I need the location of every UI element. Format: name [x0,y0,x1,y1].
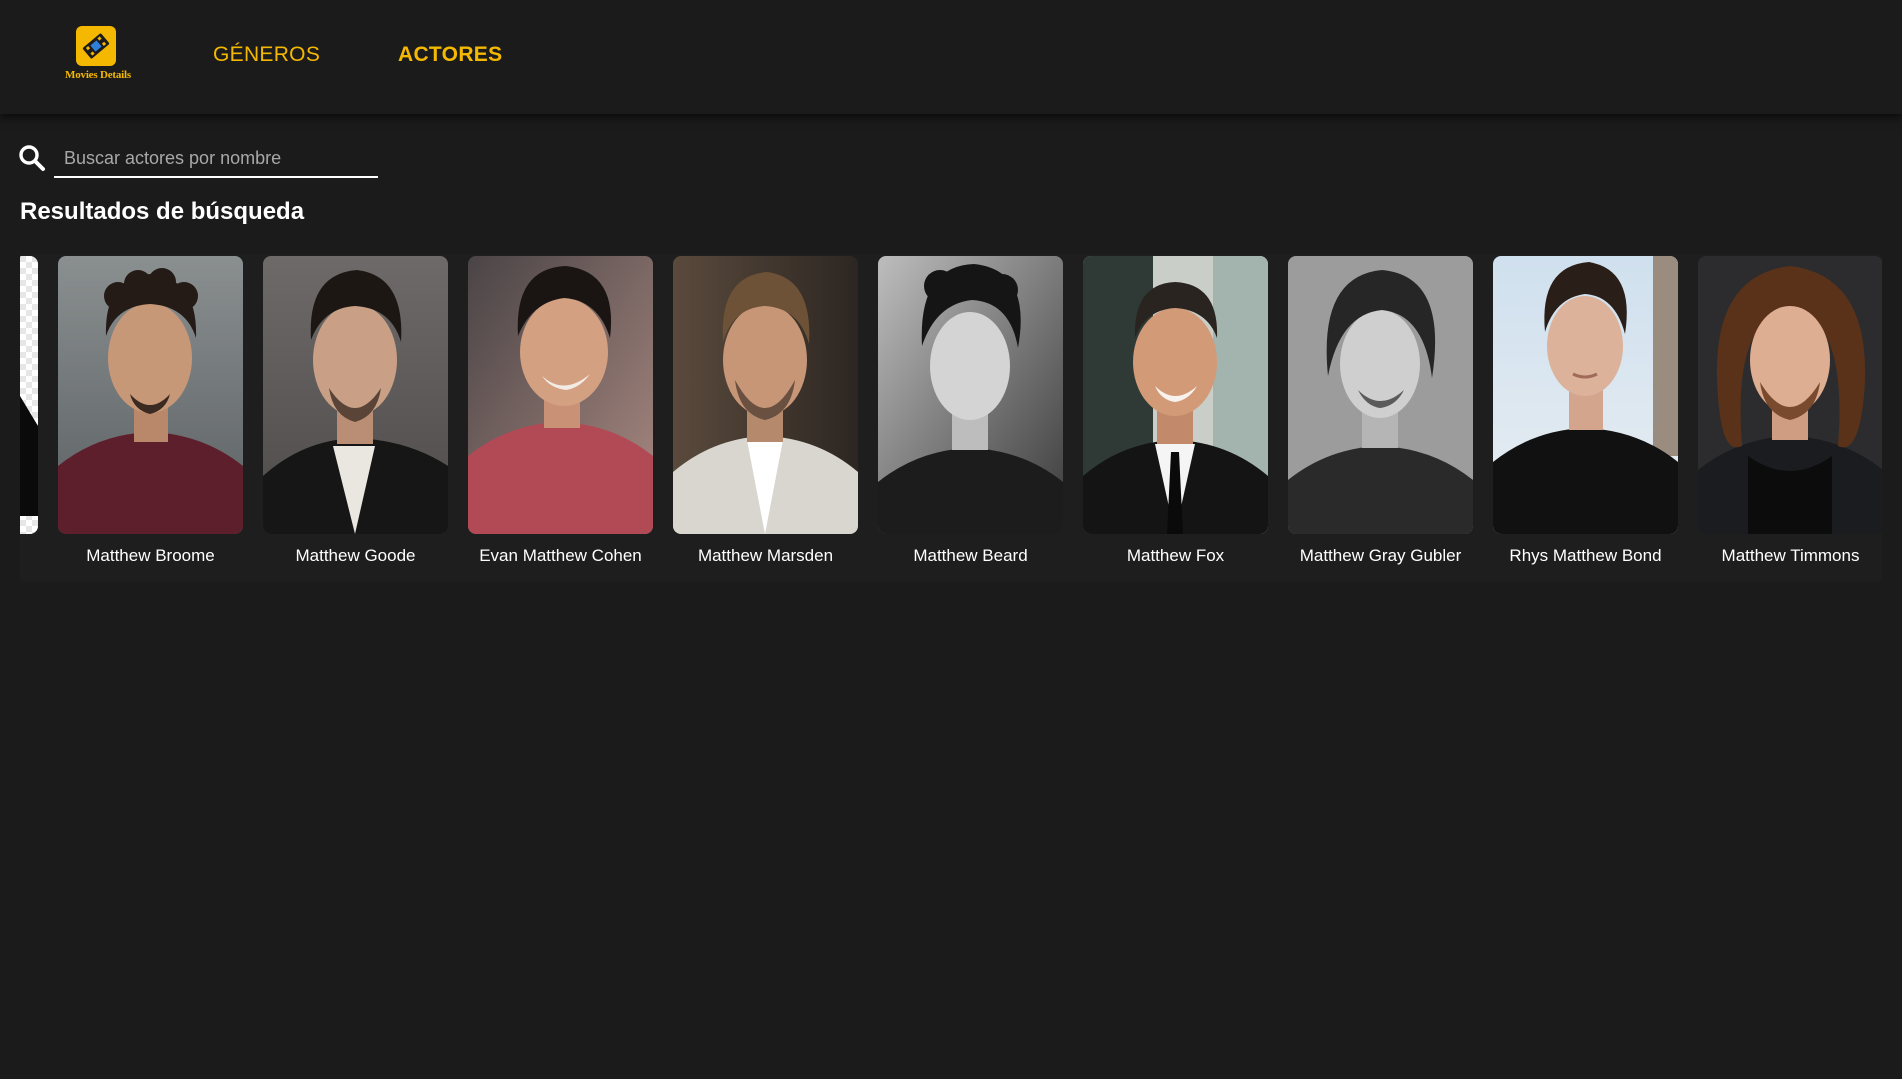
brand-logo[interactable]: Movies Details [56,26,140,86]
actor-card[interactable]: Matthew Gray Gubler [1288,256,1473,566]
actor-card[interactable]: Evan Matthew Cohen [468,256,653,566]
actor-card[interactable]: Matthew Timmons [1698,256,1882,566]
actor-name: Matthew Beard [913,546,1028,565]
actor-card[interactable]: Matthew Fox [1083,256,1268,566]
search-input[interactable] [54,140,378,178]
partial-actor-card[interactable] [20,256,38,534]
actor-name: Matthew Gray Gubler [1299,546,1462,565]
actor-card[interactable]: Rhys Matthew Bond [1493,256,1678,566]
actor-name: Matthew Goode [295,546,416,565]
actor-photo [58,256,243,534]
top-header: Movies Details GÉNEROS ACTORES [0,0,1902,114]
actor-photo [1288,256,1473,534]
actor-name: Matthew Broome [86,546,215,565]
actor-photo [1083,256,1268,534]
actor-name: Matthew Fox [1126,546,1225,565]
search-bar [18,140,378,178]
actor-photo [1493,256,1678,534]
actor-photo [878,256,1063,534]
actor-card[interactable]: Matthew Broome [58,256,243,566]
logo-text: Movies Details [65,69,131,81]
nav-actores[interactable]: ACTORES [398,43,502,67]
search-icon[interactable] [18,144,46,172]
actor-card[interactable]: Matthew Beard [878,256,1063,566]
actor-photo [468,256,653,534]
actor-photo [1698,256,1882,534]
results-title: Resultados de búsqueda [20,198,305,225]
film-ticket-icon [76,26,116,66]
actor-photo [673,256,858,534]
actors-carousel[interactable]: Matthew Broome Matthew Goode Evan Matthe… [20,254,1882,582]
actor-card[interactable]: Matthew Marsden [673,256,858,566]
nav-generos[interactable]: GÉNEROS [213,43,320,67]
actor-photo [263,256,448,534]
actor-name: Evan Matthew Cohen [479,546,642,565]
actor-name: Matthew Timmons [1721,546,1860,565]
actor-name: Matthew Marsden [697,546,834,565]
actor-name: Rhys Matthew Bond [1509,546,1662,565]
actor-card[interactable]: Matthew Goode [263,256,448,566]
